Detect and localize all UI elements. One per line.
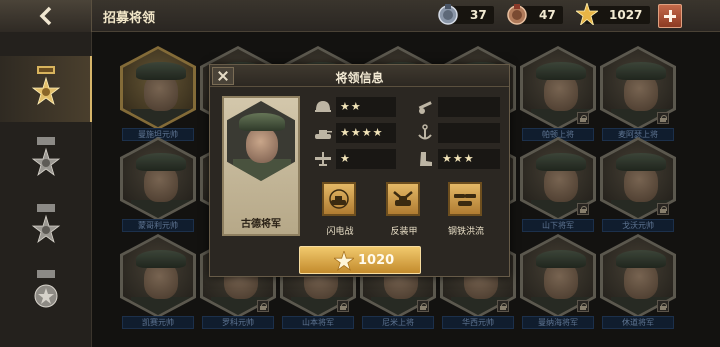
dialog-title: 将领信息	[335, 71, 384, 85]
stat-artillery	[418, 97, 500, 117]
recruit-button[interactable]: 1020	[299, 246, 421, 274]
stat-supply: ★★★	[420, 149, 500, 169]
gold-star-count: 1027	[609, 8, 643, 22]
stat-tank: ★★★★	[315, 123, 396, 143]
general-info-dialog: 将领信息 古德将军 ★★ ★★★★ ★ ★★★ 闪电战 反装甲 钢铁洪流 102…	[209, 64, 510, 277]
gold-rank-badge-icon	[31, 66, 61, 106]
tank-icon	[315, 130, 332, 139]
stat-aircraft: ★	[315, 149, 396, 169]
supply-stars: ★★★	[442, 152, 475, 165]
supply-boot-icon	[420, 152, 432, 166]
gold-star-icon	[334, 251, 354, 271]
stat-navy	[418, 123, 500, 143]
dialog-header: 将领信息	[210, 65, 509, 87]
medal-bronze-icon	[507, 4, 527, 25]
infantry-stars: ★★	[340, 100, 362, 113]
anti-armor-skill-icon	[386, 182, 420, 216]
steel-flood-skill-icon	[448, 182, 482, 216]
aircraft-stars: ★	[340, 152, 351, 165]
tab-silver-rank-2[interactable]	[0, 194, 92, 260]
back-button[interactable]	[0, 0, 92, 32]
recruit-price: 1020	[358, 253, 395, 268]
rank-tabs	[0, 32, 92, 347]
navy-anchor-icon	[418, 124, 432, 140]
top-bar: 招募将领 37 47 1027	[0, 0, 720, 32]
aircraft-icon	[315, 152, 331, 166]
silver-rank-badge-icon	[31, 204, 61, 244]
silver-rank-badge-icon	[31, 137, 61, 177]
page-title: 招募将领	[103, 11, 156, 26]
silver-medal-counter: 37	[438, 4, 494, 25]
skill-label: 反装甲	[390, 227, 418, 237]
medal-silver-icon	[438, 4, 458, 25]
bronze-medal-count: 47	[539, 8, 556, 22]
artillery-cannon-icon	[418, 101, 432, 114]
general-portrait-card: 古德将军	[222, 96, 300, 236]
skill-label: 钢铁洪流	[447, 227, 484, 237]
infantry-helmet-icon	[315, 101, 331, 112]
silver-medal-count: 37	[470, 8, 487, 22]
gold-star-icon	[576, 3, 598, 25]
tank-stars: ★★★★	[340, 126, 384, 139]
tab-gold-rank[interactable]	[0, 56, 92, 122]
skill-label: 闪电战	[326, 227, 354, 237]
tab-silver-rank-1[interactable]	[0, 127, 92, 193]
tab-star-rank[interactable]	[0, 260, 92, 326]
add-currency-button[interactable]	[658, 4, 682, 28]
bronze-medal-counter: 47	[507, 4, 563, 25]
general-portrait	[227, 101, 295, 181]
general-name: 古德将军	[241, 219, 281, 230]
stat-infantry: ★★	[315, 97, 396, 117]
gold-star-counter: 1027	[576, 3, 650, 25]
star-rank-badge-icon	[34, 270, 58, 308]
blitz-tank-skill-icon	[322, 182, 356, 216]
chevron-left-icon	[39, 6, 52, 26]
